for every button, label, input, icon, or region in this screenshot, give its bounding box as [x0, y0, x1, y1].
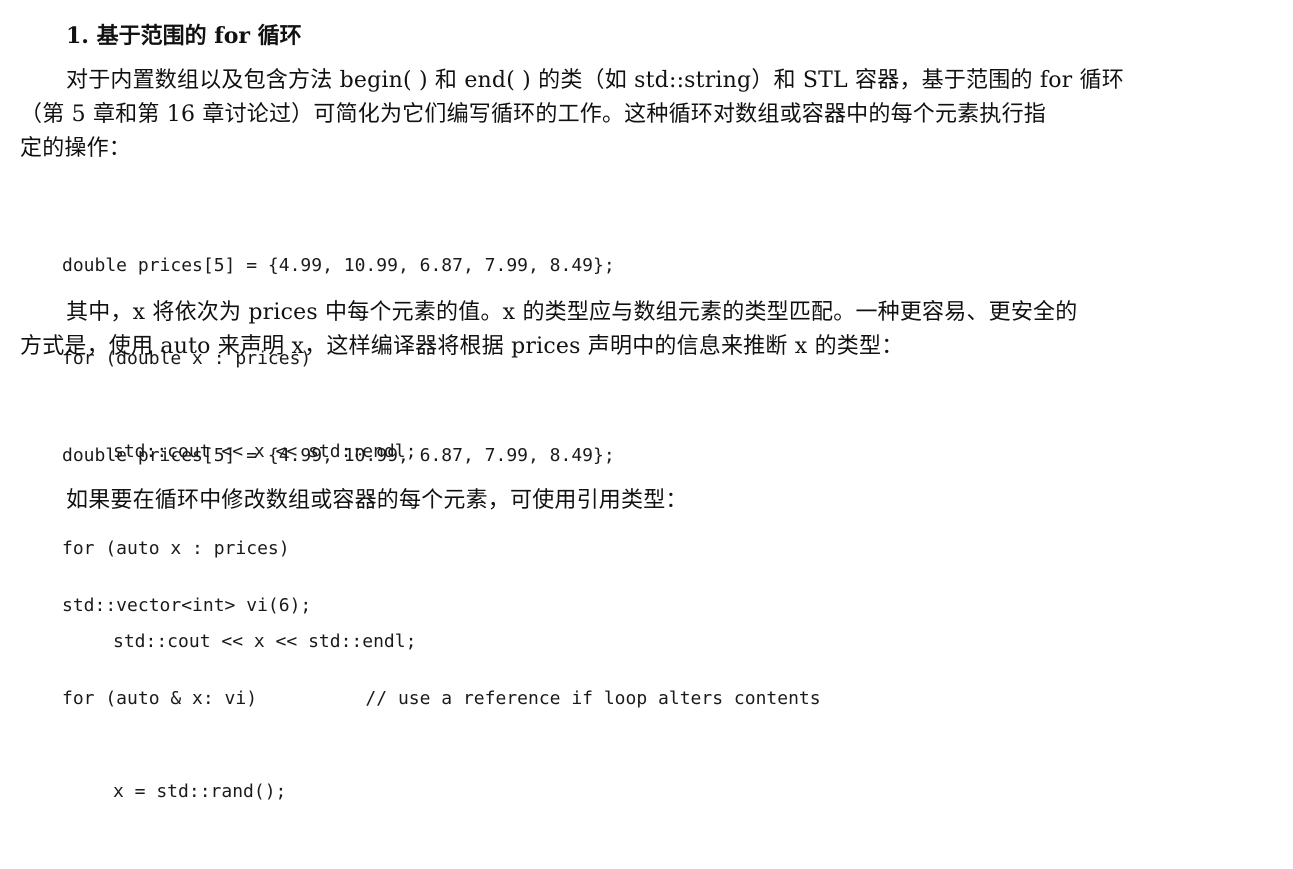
paragraph-range-based-for: 对于内置数组以及包含方法 begin( ) 和 end( ) 的类（如 std:…	[20, 64, 1124, 166]
paragraph-line: （第 5 章和第 16 章讨论过）可简化为它们编写循环的工作。这种循环对数组或容…	[20, 102, 1046, 127]
code-block-reference-loop: std::vector<int> vi(6); for (auto & x: v…	[62, 528, 821, 869]
code-line: double prices[5] = {4.99, 10.99, 6.87, 7…	[62, 255, 615, 276]
paragraph-auto-declaration: 其中，x 将依次为 prices 中每个元素的值。x 的类型应与数组元素的类型匹…	[20, 296, 1077, 364]
code-line: std::vector<int> vi(6);	[62, 595, 312, 616]
paragraph-line: 定的操作：	[20, 136, 132, 161]
paragraph-line: 其中，x 将依次为 prices 中每个元素的值。x 的类型应与数组元素的类型匹…	[66, 300, 1078, 325]
section-heading: 1. 基于范围的 for 循环	[66, 23, 302, 49]
code-line: x = std::rand();	[113, 781, 287, 802]
paragraph-line: 如果要在循环中修改数组或容器的每个元素，可使用引用类型：	[66, 488, 688, 513]
code-line: for (auto & x: vi) // use a reference if…	[62, 688, 821, 709]
paragraph-line: 对于内置数组以及包含方法 begin( ) 和 end( ) 的类（如 std:…	[66, 68, 1124, 93]
paragraph-line: 方式是，使用 auto 来声明 x，这样编译器将根据 prices 声明中的信息…	[20, 334, 904, 359]
book-page: 1. 基于范围的 for 循环 对于内置数组以及包含方法 begin( ) 和 …	[0, 0, 1293, 802]
code-line: double prices[5] = {4.99, 10.99, 6.87, 7…	[62, 445, 615, 466]
paragraph-reference-type: 如果要在循环中修改数组或容器的每个元素，可使用引用类型：	[66, 484, 688, 518]
